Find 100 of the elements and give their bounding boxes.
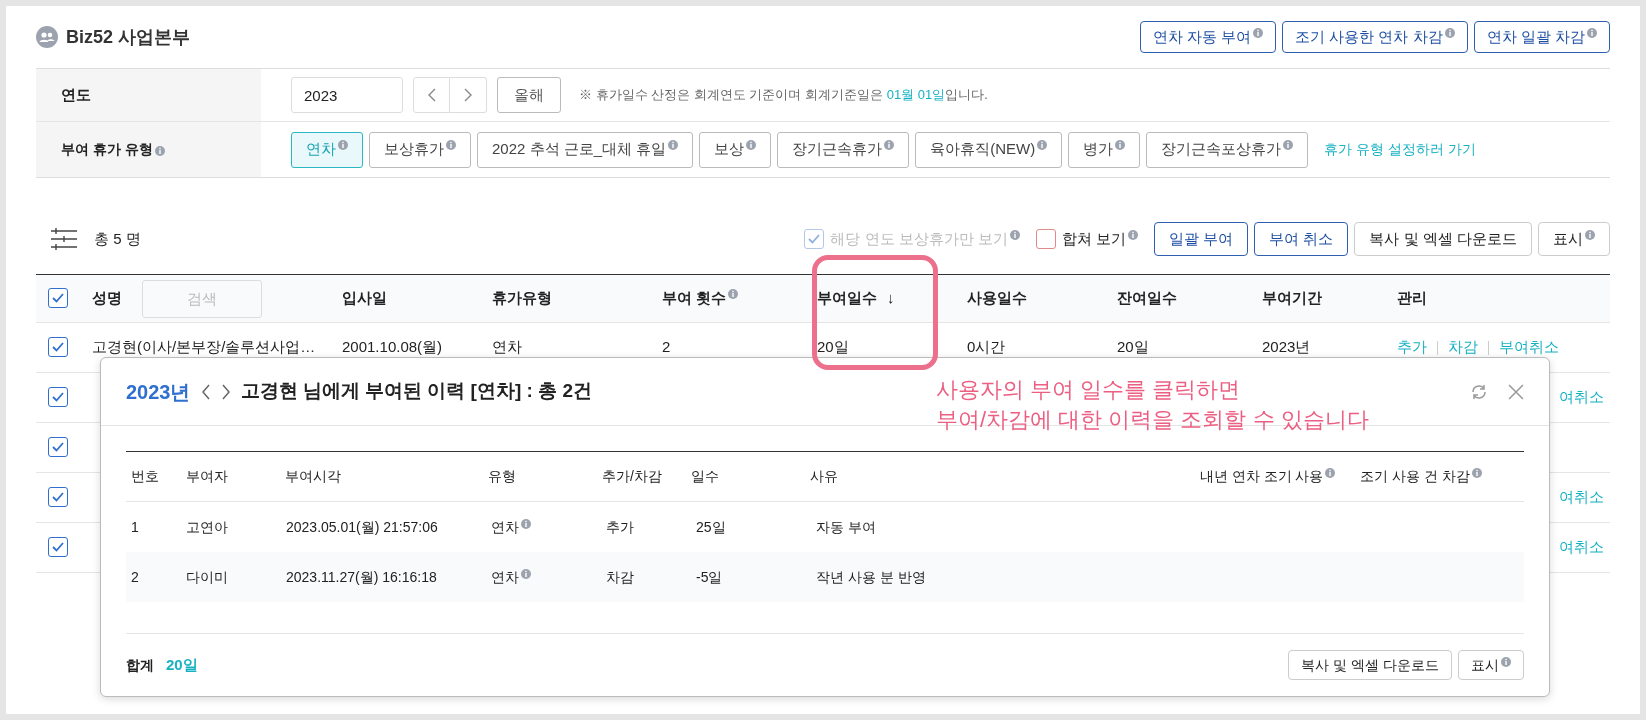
checkbox[interactable]	[1035, 229, 1056, 249]
info-icon	[154, 145, 165, 156]
leave-type-tab[interactable]: 보상휴가	[369, 131, 471, 168]
checkbox[interactable]	[48, 288, 68, 309]
refresh-icon[interactable]	[1470, 382, 1488, 401]
header-button[interactable]: 조기 사용한 연차 차감	[1282, 21, 1468, 53]
info-icon	[446, 140, 456, 151]
check-icon	[52, 342, 64, 353]
column-header: 부여시각	[284, 468, 341, 484]
leave-type-tab[interactable]: 장기근속휴가	[777, 131, 910, 168]
table-cell: 연차	[492, 338, 522, 356]
modal-title: 고경현 님에게 부여된 이력 [연차] : 총 2건	[240, 379, 592, 404]
info-icon	[668, 140, 679, 151]
filter-settings-icon	[50, 227, 78, 251]
toolbar-button[interactable]: 복사 및 엑셀 다운로드	[1354, 222, 1532, 256]
column-header: 유형	[487, 468, 516, 484]
info-icon	[1115, 140, 1126, 151]
leave-type-tab[interactable]: 보상	[699, 131, 772, 168]
table-cell: 2023.05.01(월) 21:57:06	[286, 518, 438, 535]
table-cell: 2	[131, 568, 139, 585]
this-year-button[interactable]: 올해	[497, 77, 561, 113]
header-button[interactable]: 연차 일괄 차감	[1473, 21, 1610, 53]
column-header: 관리	[1397, 288, 1427, 309]
close-icon[interactable]	[1508, 383, 1524, 400]
table-cell: 연차	[491, 568, 531, 585]
modal-button[interactable]: 복사 및 엑셀 다운로드	[1288, 650, 1452, 680]
search-field[interactable]: 검색	[142, 279, 262, 318]
info-icon	[1037, 140, 1048, 151]
column-header: 번호	[131, 468, 159, 484]
column-header: 조기 사용 건 차감	[1360, 468, 1483, 484]
chevron-left-icon	[427, 88, 436, 102]
column-header: 부여 횟수	[662, 287, 739, 310]
modal-year: 2023년	[126, 379, 191, 405]
table-cell: 작년 사용 분 반영	[816, 568, 926, 585]
info-icon	[521, 518, 531, 529]
leave-type-tab[interactable]: 육아휴직(NEW)	[915, 131, 1063, 168]
checkbox[interactable]	[48, 337, 68, 358]
check-icon	[52, 542, 64, 553]
check-icon	[808, 234, 821, 244]
table-cell: 차감	[606, 568, 634, 585]
checkbox[interactable]	[48, 437, 68, 458]
leave-type-tab[interactable]: 병가	[1068, 131, 1141, 168]
table-cell: 2	[662, 338, 671, 356]
column-header: 휴가유형	[492, 288, 552, 309]
info-icon	[338, 140, 348, 151]
check-icon	[52, 293, 64, 304]
toolbar-button[interactable]: 일괄 부여	[1154, 222, 1249, 256]
page-title: Biz52 사업본부	[66, 25, 191, 49]
check-icon	[52, 492, 64, 503]
header-button[interactable]: 연차 자동 부여	[1139, 21, 1277, 53]
column-header: 부여자	[185, 468, 228, 484]
annotation-text: 부여/차감에 대한 이력을 조회할 수 있습니다	[936, 406, 1369, 434]
people-icon	[36, 26, 58, 48]
total-count: 총 5 명	[94, 228, 141, 249]
checkbox[interactable]	[48, 387, 68, 408]
annotation-text: 사용자의 부여 일수를 클릭하면	[936, 376, 1242, 404]
table-cell: 추가	[606, 518, 634, 535]
column-header: 내년 연차 조기 사용	[1199, 468, 1336, 484]
checkbox-label: 합쳐 보기	[1061, 227, 1139, 251]
modal-button[interactable]: 표시	[1458, 650, 1524, 680]
chevron-right-icon[interactable]	[220, 383, 231, 400]
info-icon	[1009, 229, 1020, 240]
table-cell: 1	[131, 518, 139, 535]
info-icon	[746, 140, 757, 151]
leave-type-tab[interactable]: 장기근속포상휴가	[1146, 131, 1309, 168]
info-icon	[521, 568, 531, 579]
check-icon	[52, 442, 64, 453]
column-header: 성명	[92, 288, 122, 309]
table-cell: 자동 부여	[816, 518, 876, 535]
toolbar-button[interactable]: 부여 취소	[1254, 222, 1349, 256]
check-icon	[52, 392, 64, 403]
table-cell: 20일	[817, 338, 849, 356]
table-cell: 고경현(이사/본부장/솔루션사업…	[92, 338, 316, 356]
info-icon	[1283, 140, 1294, 151]
column-header: 사용일수	[967, 288, 1027, 309]
table-cell: 연차	[491, 518, 531, 535]
checkbox[interactable]	[48, 487, 68, 508]
table-cell: 0시간	[967, 338, 1006, 356]
checkbox-label: 해당 연도 보상휴가만 보기	[830, 227, 1020, 251]
toolbar-button[interactable]: 표시	[1538, 222, 1610, 256]
column-header: 입사일	[342, 288, 387, 309]
column-header: 사유	[810, 468, 839, 484]
leave-type-tab[interactable]: 2022 추석 근로_대체 휴일	[477, 131, 694, 168]
column-header: 일수	[691, 468, 720, 484]
column-header: 추가/차감	[601, 468, 662, 484]
filter-label: 연도	[36, 69, 261, 121]
table-cell: 고연아	[186, 518, 228, 535]
filter-label: 부여 휴가 유형	[36, 122, 261, 177]
table-cell: 20일	[1117, 338, 1149, 356]
table-cell: 25일	[696, 518, 726, 535]
table-cell: -5일	[696, 568, 723, 585]
info-icon	[884, 140, 895, 151]
year-field[interactable]: 2023	[291, 77, 403, 113]
info-icon	[1128, 229, 1139, 240]
column-header: 부여기간	[1262, 288, 1322, 309]
chevron-left-icon[interactable]	[200, 383, 211, 400]
table-cell: 다이미	[186, 568, 228, 585]
column-header: 부여일수 ↓	[817, 288, 895, 309]
table-cell: 2023.11.27(월) 16:16:18	[286, 568, 437, 585]
checkbox[interactable]	[48, 537, 68, 558]
